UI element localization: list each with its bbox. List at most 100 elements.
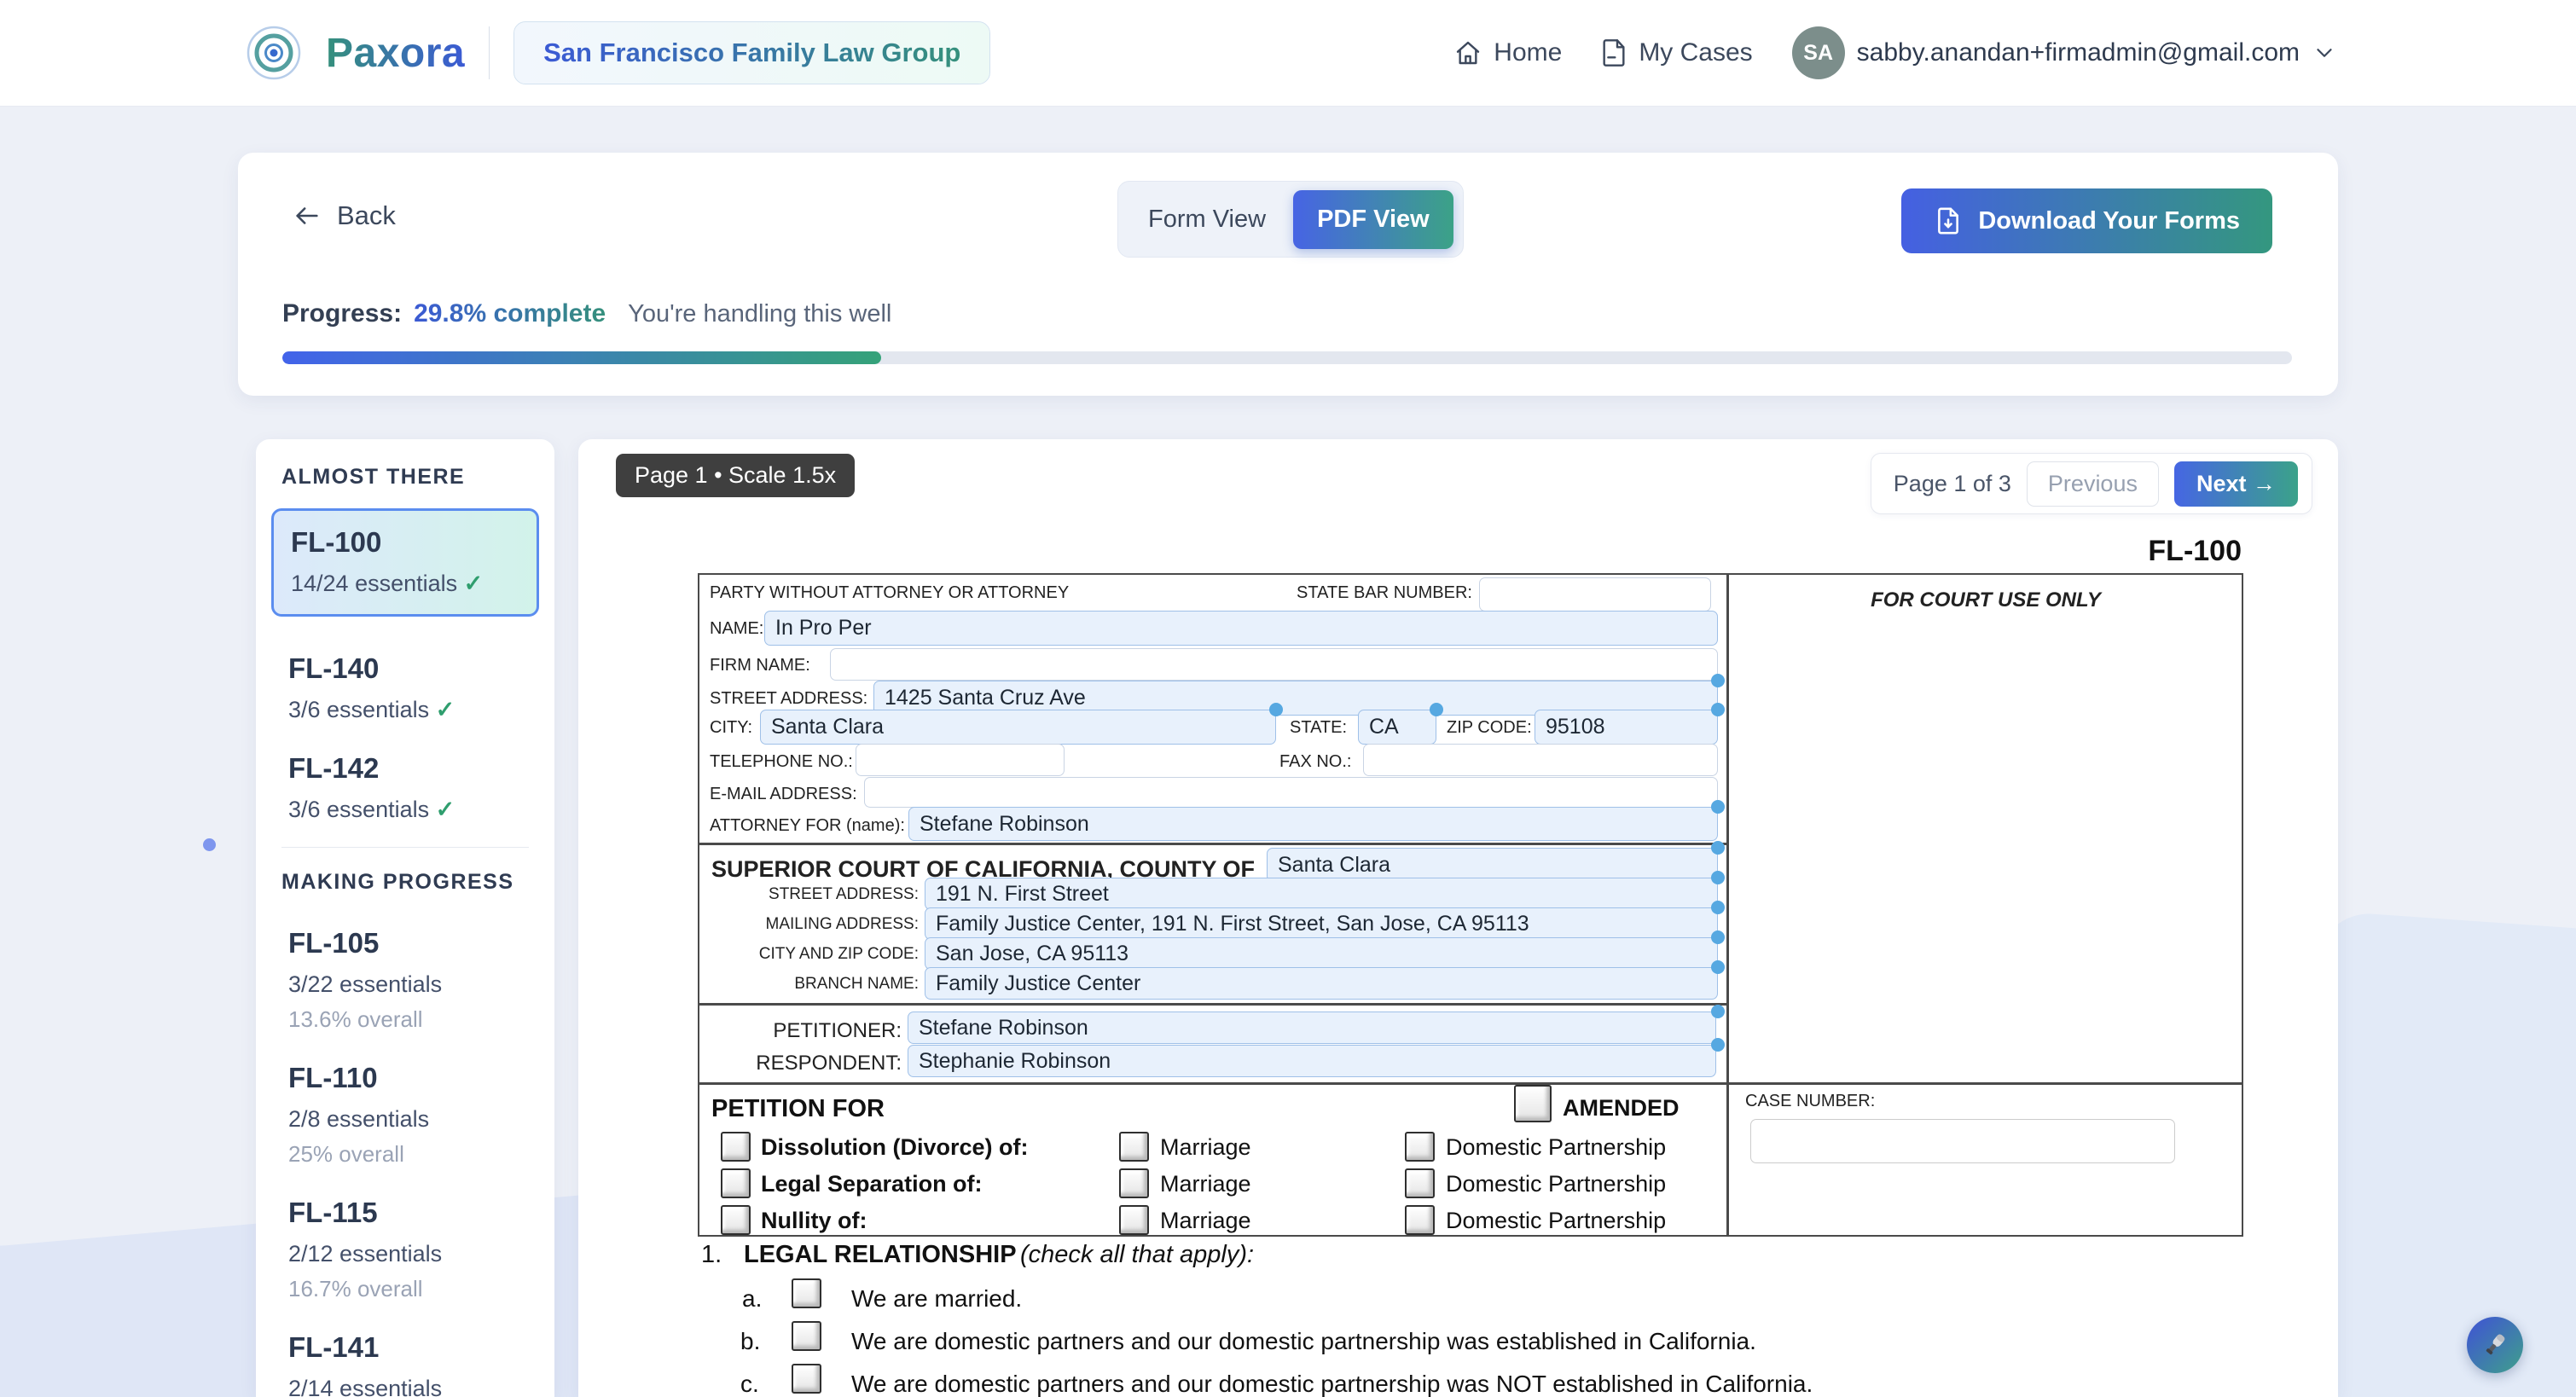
- city-zip-label: CITY AND ZIP CODE:: [699, 945, 919, 964]
- street-address-label: STREET ADDRESS:: [710, 689, 867, 709]
- check-icon: ✓: [436, 797, 455, 822]
- sidebar-item-fl-141[interactable]: FL-141 2/14 essentials 14.3% overall: [271, 1318, 539, 1397]
- nullity-marriage-checkbox[interactable]: [1119, 1205, 1149, 1235]
- sidebar-item-fl-142[interactable]: FL-142 3/6 essentials ✓: [271, 739, 539, 838]
- legal-item-a-text: We are married.: [851, 1285, 1022, 1313]
- legal-item-c-letter: c.: [740, 1371, 759, 1397]
- progress-percent: 29.8% complete: [414, 299, 606, 328]
- dissolution-dp-checkbox[interactable]: [1405, 1132, 1435, 1162]
- respondent-input[interactable]: Stephanie Robinson: [908, 1045, 1716, 1077]
- field-dot: [1711, 703, 1725, 716]
- nullity-label: Nullity of:: [761, 1208, 867, 1234]
- firm-name-input[interactable]: [830, 648, 1718, 681]
- app-root: Paxora San Francisco Family Law Group Ho…: [0, 0, 2576, 1397]
- sidebar-item-fl-100[interactable]: FL-100 14/24 essentials ✓: [271, 508, 539, 617]
- name-input[interactable]: In Pro Per: [764, 611, 1718, 646]
- legal-item-c-text: We are domestic partners and our domesti…: [851, 1371, 1813, 1397]
- domestic-partnership-label: Domestic Partnership: [1446, 1134, 1666, 1161]
- amended-checkbox[interactable]: [1514, 1085, 1552, 1122]
- state-bar-input[interactable]: [1479, 577, 1711, 612]
- field-dot: [1430, 703, 1443, 716]
- attorney-header-label: PARTY WITHOUT ATTORNEY OR ATTORNEY: [710, 583, 1069, 603]
- name-label: NAME:: [710, 619, 763, 639]
- avatar: SA: [1792, 26, 1845, 79]
- forms-sidebar: ALMOST THERE FL-100 14/24 essentials ✓ F…: [256, 439, 554, 1397]
- dp-not-established-checkbox[interactable]: [792, 1364, 821, 1394]
- legal-title: LEGAL RELATIONSHIP: [744, 1241, 1017, 1268]
- email-label: E-MAIL ADDRESS:: [710, 785, 857, 804]
- state-bar-label: STATE BAR NUMBER:: [1297, 583, 1472, 603]
- petitioner-input[interactable]: Stefane Robinson: [908, 1012, 1716, 1044]
- dissolution-marriage-checkbox[interactable]: [1119, 1132, 1149, 1162]
- progress-note: You're handling this well: [628, 300, 891, 328]
- married-checkbox[interactable]: [792, 1278, 821, 1308]
- county-input[interactable]: Santa Clara: [1267, 848, 1718, 882]
- app-header: Paxora San Francisco Family Law Group Ho…: [0, 0, 2576, 107]
- branch-name-input[interactable]: Family Justice Center: [925, 967, 1718, 1000]
- nullity-dp-checkbox[interactable]: [1405, 1205, 1435, 1235]
- home-icon: [1454, 39, 1482, 67]
- sidebar-item-fl-115[interactable]: FL-115 2/12 essentials 16.7% overall: [271, 1183, 539, 1318]
- progress-label: Progress:: [282, 299, 402, 328]
- attorney-for-input[interactable]: Stefane Robinson: [908, 807, 1718, 841]
- field-dot: [1711, 901, 1725, 914]
- sidebar-item-fl-140[interactable]: FL-140 3/6 essentials ✓: [271, 639, 539, 739]
- progress-text-row: Progress: 29.8% complete You're handling…: [282, 299, 891, 328]
- sidebar-item-fl-110[interactable]: FL-110 2/8 essentials 25% overall: [271, 1048, 539, 1183]
- user-email: sabby.anandan+firmadmin@gmail.com: [1857, 38, 2300, 67]
- mailing-address-label: MAILING ADDRESS:: [699, 915, 919, 934]
- legal-item-b-text: We are domestic partners and our domesti…: [851, 1328, 1756, 1355]
- legal-separation-checkbox[interactable]: [721, 1168, 751, 1198]
- view-toggle: Form View PDF View: [1117, 181, 1464, 258]
- nav-my-cases[interactable]: My Cases: [1601, 38, 1752, 67]
- zip-label: ZIP CODE:: [1447, 718, 1532, 738]
- fax-input[interactable]: [1363, 744, 1718, 776]
- marriage-label: Marriage: [1160, 1171, 1251, 1197]
- form-vertical-divider: [1726, 575, 1729, 1235]
- form-code-title: FL-100: [1977, 535, 2242, 568]
- city-zip-input[interactable]: San Jose, CA 95113: [925, 937, 1718, 970]
- dissolution-checkbox[interactable]: [721, 1132, 751, 1162]
- court-street-input[interactable]: 191 N. First Street: [925, 878, 1718, 910]
- fl-100-form: PARTY WITHOUT ATTORNEY OR ATTORNEY STATE…: [698, 573, 2243, 1237]
- respondent-label: RESPONDENT:: [699, 1052, 902, 1075]
- pdf-view-button[interactable]: PDF View: [1293, 190, 1453, 249]
- separation-dp-checkbox[interactable]: [1405, 1168, 1435, 1198]
- field-dot: [1711, 930, 1725, 944]
- city-input[interactable]: Santa Clara: [760, 710, 1276, 745]
- state-input[interactable]: CA: [1358, 710, 1436, 745]
- case-number-input[interactable]: [1750, 1119, 2175, 1163]
- legal-separation-label: Legal Separation of:: [761, 1171, 983, 1197]
- decor-dot: [203, 838, 216, 851]
- dp-established-checkbox[interactable]: [792, 1321, 821, 1351]
- next-page-button[interactable]: Next →: [2174, 461, 2298, 507]
- dissolution-label: Dissolution (Divorce) of:: [761, 1134, 1029, 1161]
- zip-input[interactable]: 95108: [1535, 710, 1718, 745]
- legal-subtitle: (check all that apply):: [1020, 1241, 1254, 1268]
- nullity-checkbox[interactable]: [721, 1205, 751, 1235]
- form-view-button[interactable]: Form View: [1124, 190, 1290, 249]
- sidebar-item-fl-105[interactable]: FL-105 3/22 essentials 13.6% overall: [271, 913, 539, 1048]
- user-menu[interactable]: SA sabby.anandan+firmadmin@gmail.com: [1792, 26, 2337, 79]
- telephone-input[interactable]: [856, 744, 1065, 776]
- download-forms-button[interactable]: Download Your Forms: [1901, 188, 2272, 253]
- amended-label: AMENDED: [1563, 1095, 1680, 1122]
- download-file-icon: [1934, 206, 1963, 235]
- back-button[interactable]: Back: [293, 200, 396, 231]
- previous-page-button[interactable]: Previous: [2027, 461, 2159, 507]
- progress-bar-fill: [282, 351, 881, 364]
- attorney-for-label: ATTORNEY FOR (name):: [710, 816, 905, 836]
- brand-name: Paxora: [326, 30, 465, 77]
- mailing-address-input[interactable]: Family Justice Center, 191 N. First Stre…: [925, 907, 1718, 940]
- pdf-viewer-panel: Page 1 • Scale 1.5x Page 1 of 3 Previous…: [578, 439, 2338, 1397]
- page-scale-badge: Page 1 • Scale 1.5x: [616, 454, 855, 497]
- voice-assistant-button[interactable]: [2467, 1317, 2523, 1373]
- court-street-label: STREET ADDRESS:: [699, 885, 919, 904]
- case-number-label: CASE NUMBER:: [1745, 1092, 1875, 1111]
- city-label: CITY:: [710, 718, 752, 738]
- email-input[interactable]: [864, 777, 1718, 808]
- toolbar-card: Back Form View PDF View Download Your Fo…: [238, 153, 2338, 396]
- field-dot: [1711, 871, 1725, 884]
- nav-home[interactable]: Home: [1454, 38, 1562, 67]
- separation-marriage-checkbox[interactable]: [1119, 1168, 1149, 1198]
